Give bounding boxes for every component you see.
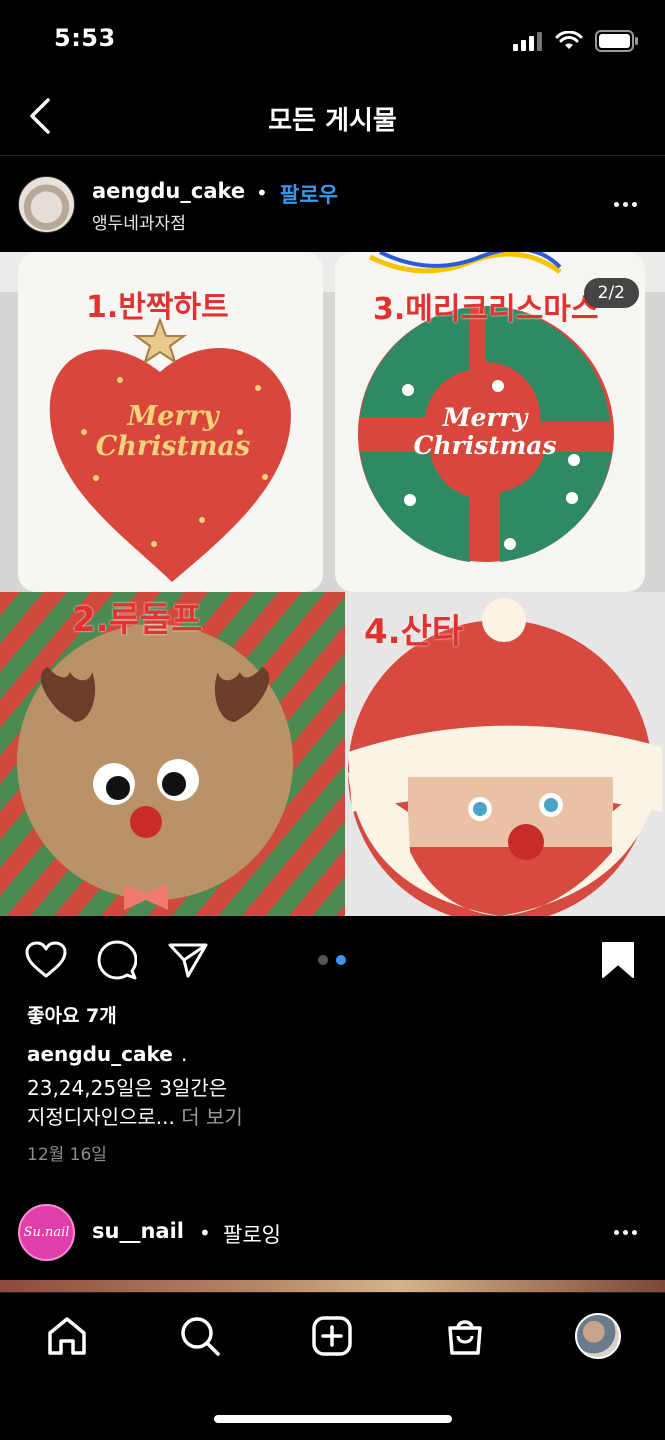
home-icon: [48, 1317, 86, 1355]
heart-cake-text-line1: Merry: [127, 401, 219, 432]
save-button[interactable]: [596, 938, 640, 982]
page-title: 모든 게시물: [268, 106, 397, 136]
cake-label-4: 4.산타: [364, 612, 464, 652]
post-options-button[interactable]: [607, 192, 643, 216]
cake-label-2: 2.루돌프: [72, 600, 203, 640]
heart-icon: [25, 941, 67, 978]
post-date: 12월 16일: [27, 1145, 107, 1165]
tab-new-post[interactable]: [309, 1313, 355, 1359]
carousel-page-indicator: 2/2: [583, 278, 639, 308]
comment-icon: [97, 940, 137, 980]
comment-button[interactable]: [95, 938, 139, 982]
following-button[interactable]: 팔로잉: [223, 1219, 281, 1249]
signal-icon: [513, 32, 542, 51]
tab-profile-avatar[interactable]: [575, 1313, 621, 1359]
search-icon: [181, 1317, 220, 1356]
swirl-cake-text-line2: Christmas: [413, 430, 557, 460]
more-dots-icon: [613, 201, 619, 207]
next-post-username[interactable]: su__nail: [92, 1219, 184, 1243]
like-count[interactable]: 좋아요 7개: [27, 1001, 117, 1028]
top-nav: 모든 게시물: [0, 80, 665, 156]
heart-cake-text: Merry Christmas: [88, 402, 258, 461]
battery-icon: [595, 30, 638, 52]
caption-line-2: 지정디자인으로... 더 보기: [27, 1101, 243, 1130]
post-header: aengdu_cake • 팔로우 앵두네과자점: [0, 157, 665, 252]
carousel-dot-active: [336, 955, 346, 965]
more-dots-icon: [613, 1229, 619, 1235]
swirl-cake-text-line1: Merry: [442, 403, 528, 432]
wifi-icon: [555, 31, 583, 49]
next-post-image-peek: [0, 1280, 665, 1292]
post-location[interactable]: 앵두네과자점: [92, 209, 186, 234]
caption-text: 지정디자인으로...: [27, 1105, 175, 1129]
tab-home[interactable]: [44, 1313, 90, 1359]
share-icon: [168, 943, 208, 978]
next-post-avatar[interactable]: Su.nail: [18, 1204, 75, 1261]
cake-label-1: 1.반짝하트: [86, 290, 229, 325]
follow-button[interactable]: 팔로우: [280, 179, 338, 209]
more-caption-link[interactable]: 더 보기: [175, 1105, 243, 1129]
post-author-avatar[interactable]: [18, 176, 75, 233]
new-post-icon: [312, 1316, 352, 1356]
carousel-dots: [318, 955, 346, 965]
caption-username[interactable]: aengdu_cake: [27, 1042, 173, 1066]
status-time: 5:53: [54, 24, 116, 52]
next-post-options-button[interactable]: [607, 1220, 643, 1244]
caption-dot: .: [181, 1042, 188, 1066]
next-username-separator: •: [199, 1221, 211, 1245]
post-image[interactable]: 1.반짝하트 3.메리크리스마스 2.루돌프 4.산타 Merry Christ…: [0, 252, 665, 916]
cake-label-3: 3.메리크리스마스: [373, 292, 599, 327]
tab-shop[interactable]: [442, 1313, 488, 1359]
status-bar: 5:53: [0, 0, 665, 80]
cakes-photo: [0, 252, 665, 916]
tab-search[interactable]: [177, 1313, 223, 1359]
like-button[interactable]: [24, 938, 68, 982]
shop-icon: [448, 1320, 482, 1355]
heart-cake-text-line2: Christmas: [95, 430, 251, 462]
bookmark-icon: [602, 942, 634, 978]
caption-line-1: 23,24,25일은 3일간은: [27, 1076, 228, 1100]
home-indicator: [214, 1415, 452, 1423]
post-action-bar: [0, 930, 665, 990]
username-separator: •: [256, 181, 268, 205]
share-button[interactable]: [166, 938, 210, 982]
status-icons: [513, 30, 639, 52]
post-author-username[interactable]: aengdu_cake: [92, 179, 245, 203]
swirl-cake-text: Merry Christmas: [410, 404, 560, 459]
carousel-dot: [318, 955, 328, 965]
next-avatar-logo: Su.nail: [23, 1225, 70, 1240]
